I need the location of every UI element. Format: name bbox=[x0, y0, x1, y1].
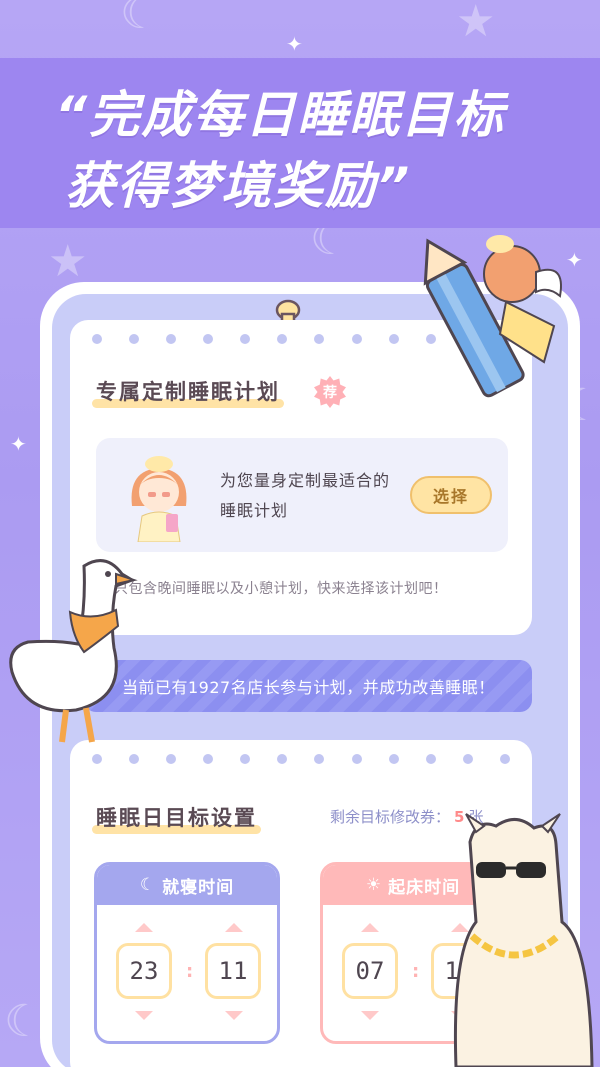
headline-line-1: “完成每日睡眠目标 bbox=[55, 86, 506, 144]
pencil-angel-girl-illustration bbox=[423, 235, 562, 398]
girl-avatar-icon bbox=[131, 456, 187, 542]
moon-decoration-icon: ☾ bbox=[120, 0, 160, 39]
participation-banner: 当前已有1927名店长参与计划，并成功改善睡眠！ bbox=[84, 660, 532, 712]
bedtime-hour-up-button[interactable] bbox=[135, 923, 153, 932]
star-decoration-icon: ★ bbox=[456, 0, 496, 47]
goose-illustration bbox=[9, 559, 138, 743]
choose-plan-button[interactable]: 选择 bbox=[410, 476, 492, 514]
plan-option[interactable]: 为您量身定制最适合的睡眠计划 选择 bbox=[96, 438, 508, 552]
card-dots bbox=[92, 754, 510, 764]
bedtime-minute-field[interactable]: 11 bbox=[205, 943, 261, 999]
goal-card-title-text: 睡眠日目标设置 bbox=[96, 806, 257, 830]
sparkle-icon: ✦ bbox=[286, 32, 303, 56]
sun-icon: ☀ bbox=[365, 875, 383, 895]
plan-description: 为您量身定制最适合的睡眠计划 bbox=[220, 471, 391, 520]
time-separator: : bbox=[412, 961, 420, 982]
coupon-label: 剩余目标修改券： bbox=[330, 808, 451, 826]
plan-card-title: 专属定制睡眠计划 bbox=[92, 376, 284, 408]
star-decoration-icon: ★ bbox=[48, 236, 88, 287]
moon-decoration-icon: ☾ bbox=[4, 996, 44, 1047]
goal-card-title: 睡眠日目标设置 bbox=[92, 802, 261, 834]
recommend-badge: 荐 bbox=[314, 376, 346, 408]
bedtime-panel: ☾ 就寝时间 23 : 11 bbox=[94, 862, 280, 1044]
moon-icon: ☾ bbox=[139, 875, 157, 895]
bedtime-hour-field[interactable]: 23 bbox=[116, 943, 172, 999]
waketime-hour-up-button[interactable] bbox=[361, 923, 379, 932]
bedtime-minute-down-button[interactable] bbox=[225, 1011, 243, 1020]
bedtime-header: ☾ 就寝时间 bbox=[97, 865, 277, 905]
bedtime-label: 就寝时间 bbox=[162, 877, 235, 898]
plan-note: 只包含晚间睡眠以及小憩计划，快来选择该计划吧！ bbox=[114, 581, 448, 597]
bedtime-hour-down-button[interactable] bbox=[135, 1011, 153, 1020]
bedtime-minute-up-button[interactable] bbox=[225, 923, 243, 932]
plan-card-title-text: 专属定制睡眠计划 bbox=[96, 380, 280, 404]
headline-line-2: 获得梦境奖励” bbox=[65, 157, 412, 215]
alpaca-sunglasses-illustration bbox=[453, 813, 594, 1067]
waketime-hour-down-button[interactable] bbox=[361, 1011, 379, 1020]
waketime-hour-field[interactable]: 07 bbox=[342, 943, 398, 999]
sparkle-icon: ✦ bbox=[10, 432, 27, 456]
time-separator: : bbox=[186, 961, 194, 982]
